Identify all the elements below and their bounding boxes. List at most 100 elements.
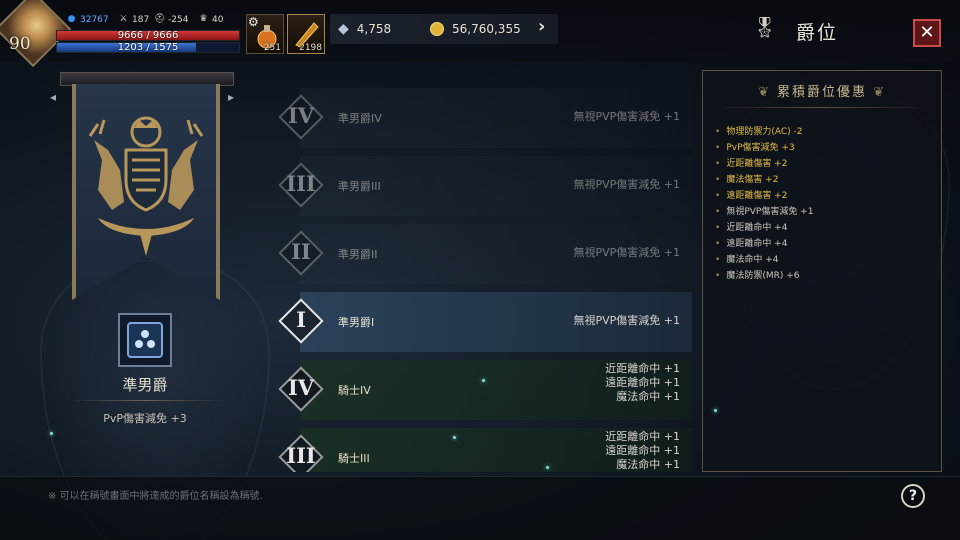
benefit-item: 物理防禦力(AC) -2 — [715, 124, 813, 140]
benefit-item: PvP傷害減免 +3 — [715, 140, 813, 156]
banner-finial-right-icon: ▸ — [228, 90, 235, 104]
gold-coin-icon — [430, 22, 444, 36]
sparkle — [546, 466, 549, 469]
rank-numeral: II — [291, 239, 311, 264]
rank-row[interactable]: IV 準男爵IV 無視PVP傷害減免 +1 — [270, 84, 694, 150]
rank-row[interactable]: III 騎士III 近距離命中 +1 遠距離命中 +1 魔法命中 +1 — [270, 424, 694, 472]
rank-emblem — [118, 313, 172, 367]
rank-row-bonuses: 無視PVP傷害減免 +1 — [573, 246, 680, 260]
close-button[interactable]: ✕ — [913, 19, 941, 47]
benefit-item: 魔法命中 +4 — [715, 252, 813, 268]
benefit-item: 近距離命中 +4 — [715, 220, 813, 236]
help-button[interactable]: ? — [901, 484, 925, 508]
rank-numeral: III — [286, 443, 316, 468]
rank-medal-icon: 🎖 — [752, 15, 778, 39]
stat-trophy: ♛ 40 — [198, 14, 223, 25]
laurel-right-icon: ❦ — [867, 85, 887, 100]
gold-currency: 56,760,355 — [430, 14, 521, 44]
stat-mana: ● 32767 — [66, 14, 109, 25]
diamond-icon: ◆ — [338, 21, 349, 37]
rank-bonus-line: 遠距離命中 +1 — [605, 376, 680, 389]
stat-trophy-value: 40 — [212, 14, 224, 25]
benefit-item: 近距離傷害 +2 — [715, 156, 813, 172]
three-dots-icon — [135, 330, 155, 348]
stat-defense-value: -254 — [168, 14, 189, 25]
rank-bonus-line: 魔法命中 +1 — [616, 390, 680, 403]
rank-row-bonuses: 近距離命中 +1 遠距離命中 +1 魔法命中 +1 — [605, 430, 680, 472]
helmet-icon: ⛑ — [154, 14, 166, 24]
benefit-item: 遠距離傷害 +2 — [715, 188, 813, 204]
trophy-icon: ♛ — [199, 14, 208, 24]
benefits-title-text: 累積爵位優惠 — [776, 85, 867, 100]
rank-row-name: 準男爵I — [338, 316, 375, 329]
benefit-item: 遠距離命中 +4 — [715, 236, 813, 252]
rank-row-name: 準男爵II — [338, 248, 378, 261]
page-title: 爵位 — [796, 22, 839, 44]
rank-bonus-line: 無視PVP傷害減免 +1 — [573, 178, 680, 191]
diamond-amount: 4,758 — [356, 22, 392, 36]
rank-numeral-badge: III — [278, 434, 324, 472]
rank-row-bonuses: 無視PVP傷害減免 +1 — [573, 178, 680, 192]
rank-numeral-badge: IV — [278, 366, 324, 412]
divider — [68, 400, 224, 401]
gold-amount: 56,760,355 — [452, 22, 521, 36]
rank-bonus-line: 無視PVP傷害減免 +1 — [573, 246, 680, 259]
rank-row[interactable]: I 準男爵I 無視PVP傷害減免 +1 — [270, 288, 694, 354]
rank-row-bonuses: 無視PVP傷害減免 +1 — [573, 314, 680, 328]
benefits-list: 物理防禦力(AC) -2PvP傷害減免 +3近距離傷害 +2魔法傷害 +2遠距離… — [715, 124, 813, 284]
hp-text: 9666 / 9666 — [117, 30, 179, 41]
top-bar: 90 ● 32767 ⚔ 187 ⛑ -254 ♛ 40 9666 / 9666… — [0, 0, 960, 68]
potion-slot[interactable]: ⚙ 251 — [246, 14, 284, 54]
rank-numeral: I — [296, 307, 306, 332]
hp-bar: 9666 / 9666 — [56, 30, 240, 41]
current-rank-name: 準男爵 — [122, 376, 168, 394]
chevron-right-icon[interactable]: › — [538, 16, 545, 37]
stat-attack: ⚔ 187 — [118, 14, 149, 25]
benefit-item: 魔法防禦(MR) +6 — [715, 268, 813, 284]
footer — [0, 476, 960, 540]
stat-defense: ⛑ -254 — [154, 14, 188, 25]
heraldic-crest-icon — [88, 116, 204, 256]
scroll-slot[interactable]: 2198 — [287, 14, 325, 54]
rank-row-name: 準男爵IV — [338, 112, 382, 125]
rank-bonus-line: 近距離命中 +1 — [605, 362, 680, 375]
rank-list[interactable]: IV 準男爵IV 無視PVP傷害減免 +1 III 準男爵III 無視PVP傷害減免 +1… — [270, 64, 694, 472]
rank-bonus-line: 魔法命中 +1 — [616, 458, 680, 471]
benefits-title: ❦ 累積爵位優惠 ❦ — [703, 81, 941, 100]
rank-bonus-line: 無視PVP傷害減免 +1 — [573, 314, 680, 327]
mp-text: 1203 / 1575 — [117, 42, 179, 53]
sparkle — [482, 379, 485, 382]
rank-bonus-line: 近距離命中 +1 — [605, 430, 680, 443]
rank-row-name: 準男爵III — [338, 180, 381, 193]
sparkle — [714, 409, 717, 412]
rank-row[interactable]: III 準男爵III 無視PVP傷害減免 +1 — [270, 152, 694, 218]
footer-note: ※ 可以在稱號畫面中將達成的爵位名稱設為稱號. — [48, 491, 263, 502]
rank-numeral-badge: IV — [278, 94, 324, 140]
rank-numeral-badge: II — [278, 230, 324, 276]
rank-numeral: III — [286, 171, 316, 196]
rank-row-bonuses: 近距離命中 +1 遠距離命中 +1 魔法命中 +1 — [605, 362, 680, 404]
cumulative-benefits-panel: ❦ 累積爵位優惠 ❦ 物理防禦力(AC) -2PvP傷害減免 +3近距離傷害 +… — [702, 70, 942, 472]
stat-attack-value: 187 — [132, 14, 150, 25]
rank-bonus-line: 遠距離命中 +1 — [605, 444, 680, 457]
mp-bar: 1203 / 1575 — [56, 42, 240, 53]
stat-mana-value: 32767 — [80, 14, 109, 25]
rank-badge-icon — [127, 322, 163, 358]
rank-numeral-badge: III — [278, 162, 324, 208]
banner-rod — [60, 72, 234, 86]
potion-count: 251 — [263, 43, 281, 53]
rank-numeral: IV — [287, 103, 315, 128]
laurel-left-icon: ❦ — [757, 85, 777, 100]
rank-row[interactable]: IV 騎士IV 近距離命中 +1 遠距離命中 +1 魔法命中 +1 — [270, 356, 694, 422]
banner-finial-left-icon: ◂ — [50, 90, 57, 104]
benefit-item: 魔法傷害 +2 — [715, 172, 813, 188]
character-level: 90 — [9, 34, 31, 54]
rank-row-name: 騎士IV — [338, 384, 371, 397]
diamond-currency: ◆ 4,758 — [338, 14, 391, 44]
rank-row[interactable]: II 準男爵II 無視PVP傷害減免 +1 — [270, 220, 694, 286]
current-rank-benefit: PvP傷害減免 +3 — [103, 412, 187, 425]
scroll-count: 2198 — [299, 43, 322, 53]
benefit-item: 無視PVP傷害減免 +1 — [715, 204, 813, 220]
rank-numeral: IV — [287, 375, 315, 400]
sparkle — [453, 436, 456, 439]
